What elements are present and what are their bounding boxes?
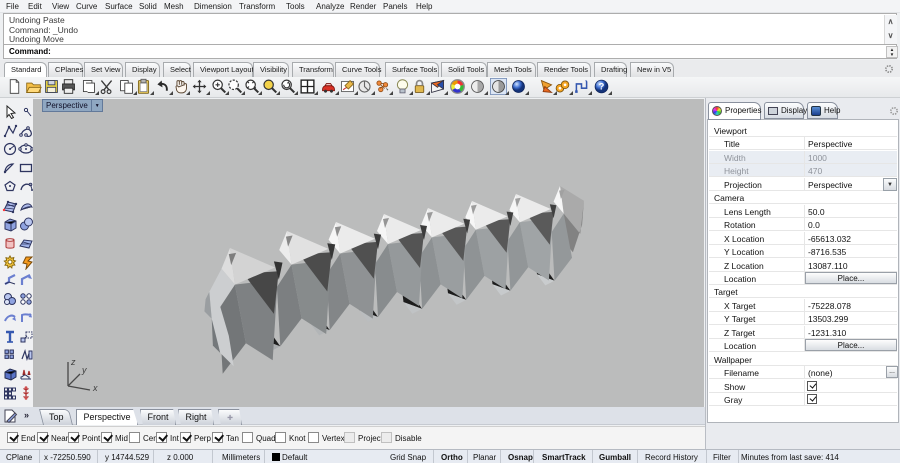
svg-text:z: z	[70, 357, 76, 367]
svg-text:y: y	[81, 365, 87, 375]
svg-text:x: x	[92, 383, 98, 393]
svg-text:?: ?	[598, 82, 604, 92]
